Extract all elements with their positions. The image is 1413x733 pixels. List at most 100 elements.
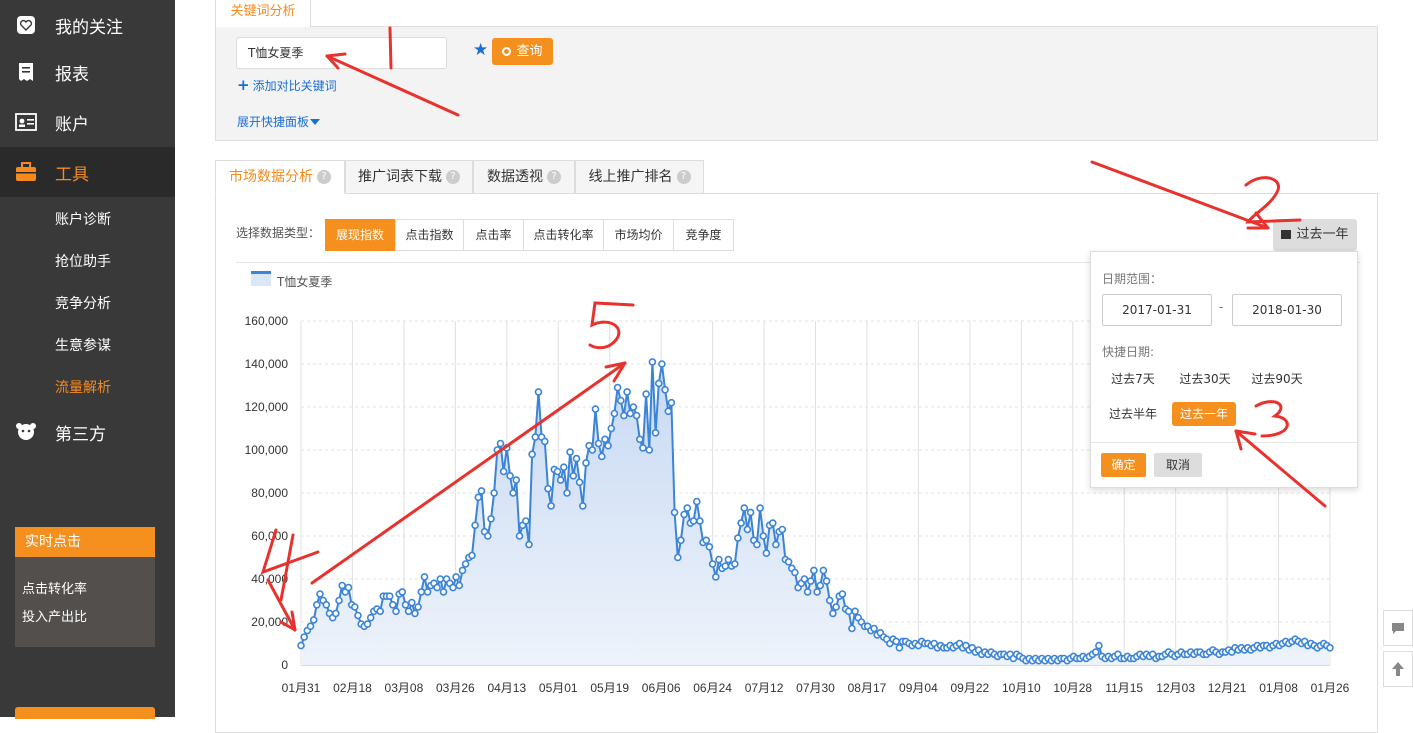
tab-online-ranking[interactable]: 线上推广排名?	[575, 160, 704, 194]
data-point	[648, 358, 657, 366]
sidebar-subitem-business-advisor[interactable]: 生意参谋	[55, 335, 111, 355]
expand-quick-panel-link[interactable]: 展开快捷面板	[237, 113, 321, 130]
data-point	[588, 446, 597, 454]
add-compare-keyword-link[interactable]: + 添加对比关键词	[237, 76, 337, 94]
data-type-avg-price[interactable]: 市场均价	[603, 219, 674, 251]
data-point	[616, 396, 625, 405]
data-point	[607, 424, 616, 433]
data-point	[1095, 641, 1103, 650]
data-point	[737, 519, 745, 527]
data-point	[407, 598, 416, 607]
start-date-input[interactable]: 2017-01-31	[1102, 294, 1212, 326]
data-point	[1091, 648, 1100, 656]
data-point	[613, 383, 622, 392]
keyword-input[interactable]: T恤女夏季	[236, 37, 447, 69]
tab-label: 数据透视	[487, 169, 543, 185]
x-tick-label: 09月04	[899, 681, 938, 695]
confirm-button[interactable]: 确定	[1101, 453, 1146, 477]
add-compare-label: 添加对比关键词	[252, 79, 337, 93]
sidebar-item-label: 账户	[55, 114, 89, 135]
sidebar-item-account[interactable]: 账户	[0, 97, 175, 147]
data-point	[398, 588, 407, 596]
data-point	[569, 471, 578, 480]
back-to-top-icon	[1392, 662, 1404, 676]
data-point	[559, 463, 568, 472]
x-tick-label: 01月26	[1311, 681, 1350, 695]
data-point	[708, 560, 717, 568]
toolbox-icon	[15, 162, 37, 182]
query-button[interactable]: 查询	[492, 38, 553, 65]
tab-market-data[interactable]: 市场数据分析?	[215, 160, 345, 194]
realtime-click-title[interactable]: 实时点击	[15, 527, 155, 557]
back-to-top-button[interactable]	[1383, 651, 1413, 687]
sidebar-bottom-button[interactable]	[15, 707, 155, 719]
data-point	[626, 409, 635, 418]
x-tick-label: 12月21	[1208, 681, 1247, 695]
data-point	[892, 637, 901, 646]
y-tick-label: 160,000	[245, 314, 289, 328]
tab-data-pivot[interactable]: 数据透视?	[473, 160, 575, 194]
end-date-input[interactable]: 2018-01-30	[1232, 294, 1342, 326]
tab-keyword-download[interactable]: 推广词表下载?	[345, 160, 473, 194]
feedback-button[interactable]	[1383, 610, 1413, 646]
x-tick-label: 10月10	[1002, 681, 1041, 695]
data-point	[471, 521, 479, 530]
data-point	[433, 583, 441, 592]
star-icon[interactable]: ★	[473, 40, 488, 60]
data-type-impression-index[interactable]: 展现指数	[325, 219, 395, 251]
data-point	[816, 581, 825, 590]
data-point	[654, 379, 663, 388]
data-point	[591, 405, 600, 413]
sidebar-subitem-competition[interactable]: 竞争分析	[55, 293, 111, 313]
data-point	[692, 497, 701, 506]
tab-keyword-analysis[interactable]: 关键词分析	[215, 0, 311, 27]
sidebar-item-favorites[interactable]: 我的关注	[0, 0, 175, 50]
data-point	[297, 641, 305, 650]
help-icon[interactable]: ?	[317, 170, 331, 184]
data-point	[376, 607, 385, 616]
realtime-roi-link[interactable]: 投入产出比	[22, 606, 87, 625]
data-point	[620, 411, 628, 420]
data-point	[515, 532, 524, 540]
sidebar-item-third-party[interactable]: 第三方	[0, 407, 175, 457]
data-type-conversion-rate[interactable]: 点击转化率	[523, 219, 604, 251]
cancel-button[interactable]: 取消	[1154, 453, 1202, 477]
data-type-click-index[interactable]: 点击指数	[395, 219, 464, 251]
help-icon[interactable]: ?	[446, 170, 460, 184]
data-point	[556, 476, 565, 484]
help-icon[interactable]: ?	[547, 170, 561, 184]
account-card-icon	[15, 112, 37, 132]
data-point	[490, 489, 498, 497]
data-type-ctr[interactable]: 点击率	[463, 219, 524, 251]
date-range-label: 日期范围：	[1102, 272, 1163, 286]
data-point	[829, 609, 837, 618]
data-point	[895, 643, 904, 652]
quick-date-90days[interactable]: 过去90天	[1244, 367, 1310, 391]
quick-date-30days[interactable]: 过去30天	[1172, 367, 1238, 391]
data-point	[743, 525, 752, 534]
help-icon[interactable]: ?	[676, 170, 691, 184]
data-point	[344, 583, 353, 592]
sidebar-subitem-account-diagnosis[interactable]: 账户诊断	[55, 209, 111, 229]
y-tick-label: 60,000	[251, 529, 288, 543]
data-point	[670, 508, 679, 517]
data-type-competition[interactable]: 竞争度	[673, 219, 734, 251]
quick-date-7days[interactable]: 过去7天	[1102, 367, 1164, 391]
x-tick-label: 05月19	[590, 681, 629, 695]
realtime-conversion-link[interactable]: 点击转化率	[22, 578, 87, 597]
x-tick-label: 01月08	[1259, 681, 1298, 695]
data-point	[832, 603, 840, 611]
date-range-button[interactable]: 过去一年	[1273, 219, 1357, 251]
data-point	[1326, 643, 1334, 652]
sidebar-item-reports[interactable]: 报表	[0, 47, 175, 97]
data-point	[483, 532, 492, 540]
sidebar-subitem-bid-assistant[interactable]: 抢位助手	[55, 251, 111, 271]
data-point	[477, 487, 486, 495]
expand-panel-label: 展开快捷面板	[237, 115, 310, 129]
sidebar-subitem-traffic-analysis[interactable]: 流量解析	[55, 377, 111, 397]
quick-date-half-year[interactable]: 过去半年	[1102, 402, 1164, 426]
sidebar-item-tools[interactable]: 工具	[0, 147, 175, 197]
data-point	[521, 517, 530, 525]
date-separator: -	[1219, 300, 1224, 314]
quick-date-one-year[interactable]: 过去一年	[1172, 402, 1236, 426]
